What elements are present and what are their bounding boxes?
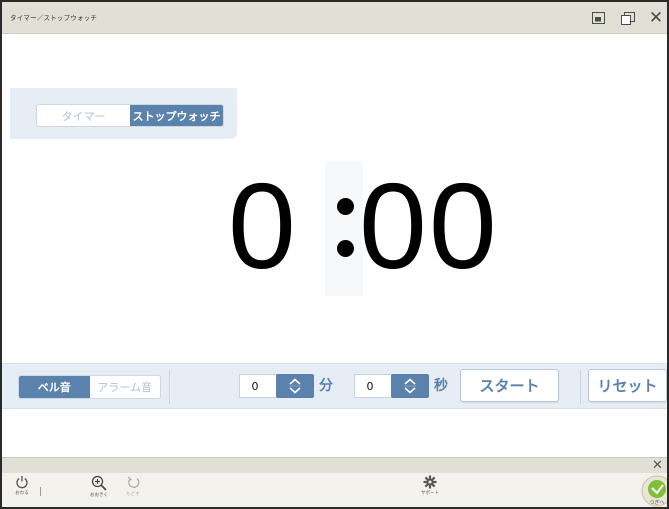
start-button[interactable]: スタート bbox=[460, 369, 559, 402]
zoom-in-icon bbox=[91, 475, 107, 491]
zoom-button[interactable]: おおきく bbox=[84, 475, 114, 507]
stepper-arrows-icon bbox=[289, 378, 301, 394]
seconds-input[interactable]: 0 bbox=[354, 374, 392, 398]
close-panel-button[interactable]: ✕ bbox=[652, 458, 663, 474]
main-content: タイマー ストップウォッチ 0 00 ベル音 アラーム音 0 分 0 秒 スター… bbox=[2, 35, 667, 457]
colon-background bbox=[325, 161, 363, 296]
zoom-label: おおきく bbox=[90, 493, 108, 498]
fullscreen-icon bbox=[591, 12, 605, 24]
colon-dot-top bbox=[337, 198, 354, 215]
seconds-stepper[interactable] bbox=[391, 374, 429, 398]
gear-icon bbox=[423, 475, 437, 489]
seconds-display: 00 bbox=[359, 158, 499, 294]
seconds-unit-label: 秒 bbox=[434, 378, 448, 394]
app-window: タイマー／ストップウォッチ ✕ タイマー ストップウォッチ 0 00 ベル音 ア… bbox=[0, 0, 669, 509]
close-icon: ✕ bbox=[648, 8, 664, 28]
next-label: つぎへ bbox=[649, 499, 664, 506]
title-bar: タイマー／ストップウォッチ ✕ bbox=[2, 2, 667, 34]
tab-timer[interactable]: タイマー bbox=[37, 105, 130, 126]
window-title: タイマー／ストップウォッチ bbox=[10, 14, 98, 22]
minutes-unit-label: 分 bbox=[319, 378, 333, 394]
time-display: 0 00 bbox=[2, 158, 667, 296]
support-label: サポート bbox=[421, 491, 439, 496]
quit-button[interactable]: おわる bbox=[7, 475, 37, 507]
tab-stopwatch[interactable]: ストップウォッチ bbox=[130, 105, 223, 126]
next-icon: つぎへ bbox=[641, 475, 667, 507]
undo-button[interactable]: もどす bbox=[118, 475, 148, 507]
sound-toggle: ベル音 アラーム音 bbox=[18, 375, 161, 399]
mode-panel: タイマー ストップウォッチ bbox=[10, 88, 237, 139]
divider bbox=[40, 487, 41, 496]
divider bbox=[580, 370, 581, 404]
close-window-button[interactable]: ✕ bbox=[646, 9, 666, 27]
panel-strip: ✕ bbox=[2, 457, 667, 473]
power-icon bbox=[16, 476, 28, 489]
reset-button[interactable]: リセット bbox=[588, 369, 667, 402]
tab-alarm-sound[interactable]: アラーム音 bbox=[90, 376, 161, 398]
quit-label: おわる bbox=[15, 491, 29, 496]
colon-dot-bottom bbox=[337, 240, 354, 257]
restore-window-icon bbox=[621, 11, 635, 25]
mode-toggle: タイマー ストップウォッチ bbox=[36, 104, 224, 127]
undo-label: もどす bbox=[126, 492, 140, 497]
support-button[interactable]: サポート bbox=[415, 475, 445, 507]
minutes-stepper[interactable] bbox=[276, 374, 314, 398]
divider bbox=[169, 370, 170, 404]
next-button[interactable]: つぎへ bbox=[640, 474, 667, 507]
stepper-arrows-icon bbox=[404, 378, 416, 394]
tab-bell-sound[interactable]: ベル音 bbox=[19, 376, 90, 398]
fullscreen-button[interactable] bbox=[588, 9, 608, 27]
minutes-display: 0 bbox=[228, 158, 296, 294]
minutes-input[interactable]: 0 bbox=[239, 374, 277, 398]
undo-icon bbox=[127, 476, 139, 488]
control-strip: ベル音 アラーム音 0 分 0 秒 スタート リセット bbox=[2, 363, 667, 409]
bottom-toolbar: おわる おおきく もどす サポート つぎへ bbox=[2, 473, 667, 507]
restore-button[interactable] bbox=[618, 9, 638, 27]
